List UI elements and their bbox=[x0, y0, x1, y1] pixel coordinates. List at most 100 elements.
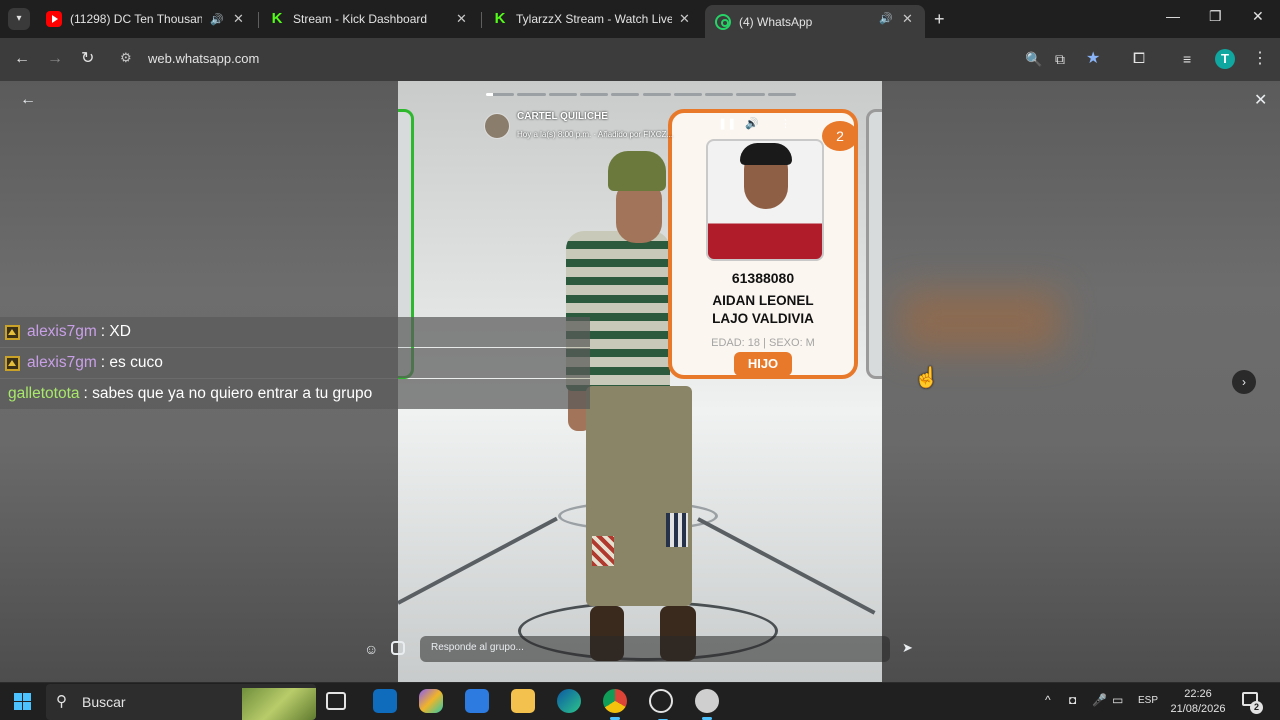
address-bar[interactable]: web.whatsapp.com bbox=[148, 51, 259, 66]
chat-text: : es cuco bbox=[100, 354, 163, 371]
blurred-next-status bbox=[900, 291, 1060, 351]
microphone-icon[interactable]: 🎤 bbox=[1092, 693, 1107, 707]
taskbar-search-label: Buscar bbox=[82, 694, 126, 710]
card-dni: 61388080 bbox=[731, 270, 795, 286]
figure-hat bbox=[608, 151, 666, 191]
youtube-icon bbox=[46, 11, 62, 27]
status-progress-segment bbox=[767, 93, 796, 96]
chat-message: alexis7gm : XD bbox=[0, 317, 590, 347]
tab-whatsapp[interactable]: (4) WhatsApp 🔊 ✕ bbox=[705, 5, 925, 38]
windows-taskbar: ⚲ Buscar ^ ◘ 🎤 ▭ ESP 22:26 21/08/2026 2 bbox=[0, 682, 1280, 720]
new-tab-button[interactable]: + bbox=[934, 9, 945, 30]
extensions-icon[interactable]: ⧠ bbox=[1133, 49, 1145, 69]
close-window-button[interactable]: ✕ bbox=[1252, 8, 1264, 25]
more-options-icon[interactable]: ⋮ bbox=[780, 117, 791, 130]
taskbar-search[interactable]: ⚲ Buscar bbox=[46, 684, 316, 720]
tab-youtube[interactable]: (11298) DC Ten Thousand D 🔊 ✕ bbox=[36, 5, 258, 33]
next-status-button[interactable]: › bbox=[1232, 370, 1256, 394]
zoom-icon[interactable]: 🔍 bbox=[1025, 49, 1042, 69]
clock-time: 22:26 bbox=[1184, 688, 1212, 700]
floor-line bbox=[398, 516, 558, 605]
tab-kick-dashboard[interactable]: K Stream - Kick Dashboard ✕ bbox=[259, 5, 481, 33]
chat-message: galletotota : sabes que ya no quiero ent… bbox=[0, 379, 590, 409]
kick-icon: K bbox=[271, 10, 283, 27]
taskbar-clock[interactable]: 22:26 21/08/2026 bbox=[1168, 687, 1228, 717]
card-name-line2: LAJO VALDIVIA bbox=[712, 311, 814, 326]
sticker-icon[interactable] bbox=[391, 641, 405, 655]
card-name-line1: AIDAN LEONEL bbox=[712, 293, 814, 308]
close-tab-icon[interactable]: ✕ bbox=[902, 11, 913, 27]
chat-text: : sabes que ya no quiero entrar a tu gru… bbox=[83, 385, 373, 402]
copilot-icon[interactable] bbox=[419, 689, 443, 713]
pause-icon[interactable]: ❚❚ bbox=[718, 117, 736, 130]
restore-button[interactable]: ❐ bbox=[1209, 8, 1222, 25]
back-arrow-icon[interactable]: ← bbox=[20, 91, 36, 109]
chat-username: alexis7gm bbox=[27, 323, 97, 340]
install-app-icon[interactable]: ⧉ bbox=[1055, 49, 1065, 69]
volume-icon[interactable]: 🔊 bbox=[745, 117, 759, 130]
close-icon[interactable]: ✕ bbox=[1254, 90, 1267, 110]
task-view-icon[interactable] bbox=[326, 692, 346, 710]
file-explorer-icon[interactable] bbox=[511, 689, 535, 713]
profile-avatar[interactable]: T bbox=[1215, 49, 1235, 69]
whatsapp-icon bbox=[715, 13, 731, 30]
tab-title: (11298) DC Ten Thousand D bbox=[70, 12, 202, 26]
media-controls-icon[interactable]: ≡ bbox=[1183, 49, 1191, 69]
card-photo bbox=[706, 139, 824, 261]
network-icon[interactable]: ▭ bbox=[1112, 693, 1123, 707]
group-avatar[interactable] bbox=[484, 113, 510, 139]
figure-patch bbox=[666, 513, 688, 547]
obs-icon[interactable] bbox=[649, 689, 673, 720]
reload-icon[interactable]: ↻ bbox=[81, 49, 94, 69]
bookmark-star-icon[interactable]: ★ bbox=[1086, 49, 1100, 69]
minimize-button[interactable]: — bbox=[1166, 8, 1180, 24]
status-progress-segment bbox=[548, 93, 577, 96]
clock-date: 21/08/2026 bbox=[1170, 703, 1226, 715]
show-hidden-icons-icon[interactable]: ^ bbox=[1045, 693, 1051, 707]
tab-search-button[interactable]: ▾ bbox=[8, 8, 30, 30]
status-meta: Hoy a la(s) 8:00 p.m. · Añadido por FIXC… bbox=[517, 130, 674, 139]
status-progress-segment bbox=[517, 93, 546, 96]
group-name[interactable]: CARTEL QUILICHE bbox=[517, 111, 608, 122]
chat-username: galletotota bbox=[8, 385, 80, 402]
card-role-badge: HIJO bbox=[734, 352, 792, 376]
status-progress-segment bbox=[579, 93, 609, 96]
forward-arrow-icon[interactable]: → bbox=[47, 49, 63, 69]
browser-toolbar: ← → ↻ ⚙ web.whatsapp.com 🔍 ⧉ ★ ⧠ ≡ ⋮ bbox=[0, 38, 1280, 81]
camera-icon[interactable]: ◘ bbox=[1069, 693, 1076, 707]
close-tab-icon[interactable]: ✕ bbox=[233, 11, 244, 27]
kick-icon: K bbox=[494, 10, 506, 27]
browser-tab-strip: ▾ (11298) DC Ten Thousand D 🔊 ✕ K Stream… bbox=[0, 0, 1280, 38]
speaker-icon[interactable]: 🔊 bbox=[879, 12, 893, 25]
status-progress-segment bbox=[705, 93, 734, 96]
card-age-sex: EDAD: 18 | SEXO: M bbox=[711, 337, 815, 349]
tab-title: (4) WhatsApp bbox=[739, 14, 813, 29]
tab-title: Stream - Kick Dashboard bbox=[293, 12, 428, 26]
edge-icon[interactable] bbox=[557, 689, 581, 713]
search-icon: ⚲ bbox=[56, 693, 67, 710]
close-tab-icon[interactable]: ✕ bbox=[456, 11, 467, 27]
outlook-icon[interactable] bbox=[373, 689, 397, 713]
status-progress-segment bbox=[611, 93, 640, 96]
floor-line bbox=[697, 517, 876, 615]
status-progress-segment bbox=[642, 93, 671, 96]
emoji-icon[interactable]: ☺ bbox=[364, 641, 378, 657]
notification-count: 2 bbox=[1250, 701, 1263, 714]
store-icon[interactable] bbox=[465, 689, 489, 713]
tab-title: TylarzzX Stream - Watch Live on bbox=[516, 12, 672, 26]
tab-kick-stream[interactable]: K TylarzzX Stream - Watch Live on ✕ bbox=[482, 5, 704, 33]
figure-pants bbox=[586, 386, 692, 606]
language-indicator[interactable]: ESP bbox=[1138, 695, 1158, 706]
send-icon[interactable]: ➤ bbox=[902, 640, 913, 656]
back-arrow-icon[interactable]: ← bbox=[14, 49, 30, 69]
menu-dots-icon[interactable]: ⋮ bbox=[1252, 49, 1268, 69]
close-tab-icon[interactable]: ✕ bbox=[679, 11, 690, 27]
chrome-icon[interactable] bbox=[603, 689, 627, 720]
next-card-panel bbox=[866, 109, 882, 379]
windows-start-icon[interactable] bbox=[14, 693, 31, 710]
chat-message: alexis7gm : es cuco bbox=[0, 348, 590, 378]
app-icon[interactable] bbox=[695, 689, 719, 720]
status-progress-segment bbox=[486, 93, 515, 96]
site-settings-icon[interactable]: ⚙ bbox=[120, 50, 132, 66]
speaker-icon[interactable]: 🔊 bbox=[210, 13, 224, 26]
